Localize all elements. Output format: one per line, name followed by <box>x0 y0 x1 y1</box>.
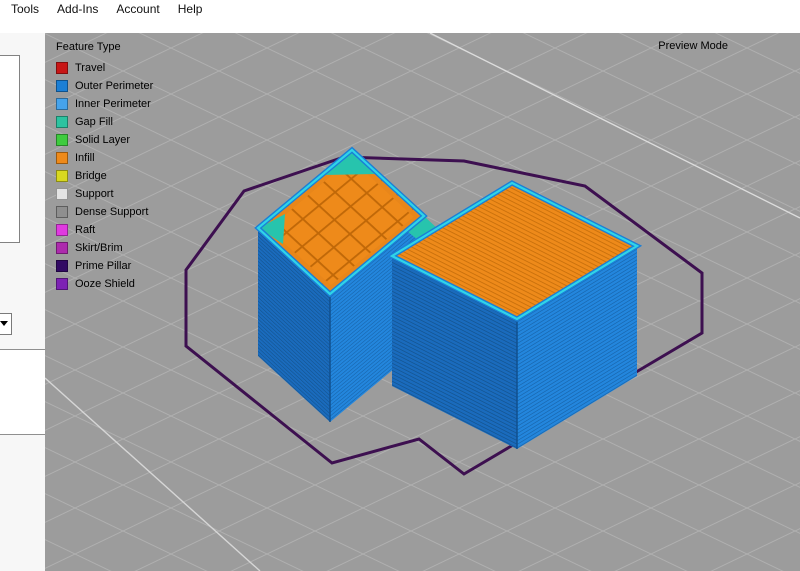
legend-label: Outer Perimeter <box>75 78 153 95</box>
legend-swatch <box>56 278 68 290</box>
menu-add-ins[interactable]: Add-Ins <box>48 1 107 17</box>
legend-swatch <box>56 80 68 92</box>
legend-swatch <box>56 134 68 146</box>
legend-label: Travel <box>75 60 105 77</box>
legend-item: Outer Perimeter <box>56 77 153 95</box>
legend-item: Solid Layer <box>56 131 153 149</box>
legend-swatch <box>56 260 68 272</box>
feature-type-legend-items: TravelOuter PerimeterInner PerimeterGap … <box>56 59 153 293</box>
menu-help[interactable]: Help <box>169 1 212 17</box>
legend-item: Infill <box>56 149 153 167</box>
legend-swatch <box>56 188 68 200</box>
legend-swatch <box>56 62 68 74</box>
legend-swatch <box>56 224 68 236</box>
legend-item: Bridge <box>56 167 153 185</box>
feature-type-legend: Feature Type TravelOuter PerimeterInner … <box>56 39 153 293</box>
left-panel <box>0 33 45 571</box>
legend-label: Raft <box>75 222 95 239</box>
chevron-down-icon <box>0 321 8 326</box>
toolbar-strip <box>0 17 800 33</box>
left-panel-listbox[interactable] <box>0 55 20 243</box>
legend-label: Inner Perimeter <box>75 96 151 113</box>
viewport-3d[interactable]: Feature Type TravelOuter PerimeterInner … <box>45 33 800 571</box>
legend-item: Prime Pillar <box>56 257 153 275</box>
app-window: Tools Add-Ins Account Help <box>0 0 800 571</box>
legend-label: Bridge <box>75 168 107 185</box>
legend-swatch <box>56 152 68 164</box>
scene-svg <box>45 33 800 571</box>
legend-label: Infill <box>75 150 95 167</box>
left-panel-dropdown[interactable] <box>0 313 12 335</box>
legend-item: Gap Fill <box>56 113 153 131</box>
legend-item: Support <box>56 185 153 203</box>
menu-bar: Tools Add-Ins Account Help <box>0 0 800 17</box>
legend-label: Ooze Shield <box>75 276 135 293</box>
legend-label: Prime Pillar <box>75 258 131 275</box>
legend-item: Inner Perimeter <box>56 95 153 113</box>
legend-label: Skirt/Brim <box>75 240 123 257</box>
legend-label: Support <box>75 186 114 203</box>
legend-item: Ooze Shield <box>56 275 153 293</box>
legend-item: Raft <box>56 221 153 239</box>
legend-item: Travel <box>56 59 153 77</box>
menu-tools[interactable]: Tools <box>2 1 48 17</box>
legend-label: Solid Layer <box>75 132 130 149</box>
preview-mode-label: Preview Mode <box>658 40 728 52</box>
legend-item: Skirt/Brim <box>56 239 153 257</box>
legend-swatch <box>56 242 68 254</box>
legend-label: Gap Fill <box>75 114 113 131</box>
legend-swatch <box>56 170 68 182</box>
legend-swatch <box>56 116 68 128</box>
left-panel-box[interactable] <box>0 349 45 435</box>
legend-label: Dense Support <box>75 204 148 221</box>
legend-swatch <box>56 98 68 110</box>
legend-swatch <box>56 206 68 218</box>
legend-item: Dense Support <box>56 203 153 221</box>
menu-account[interactable]: Account <box>107 1 168 17</box>
legend-title: Feature Type <box>56 39 153 56</box>
